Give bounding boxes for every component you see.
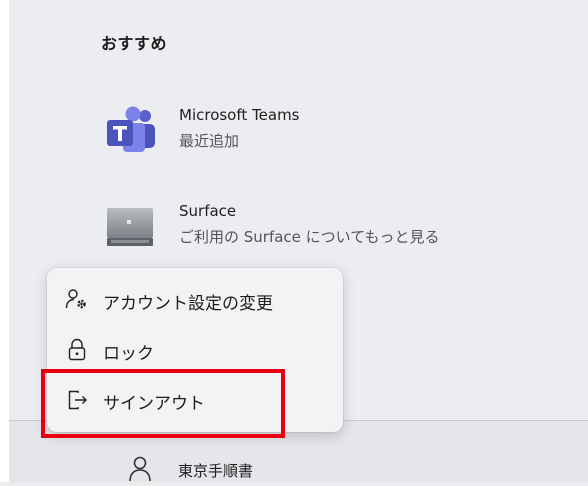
- recommended-item-teams[interactable]: Microsoft Teams 最近追加: [95, 100, 535, 162]
- sign-out-icon: [65, 388, 89, 412]
- menu-item-account-settings[interactable]: アカウント設定の変更: [57, 280, 333, 320]
- menu-item-sign-out[interactable]: サインアウト: [57, 380, 333, 420]
- recommended-item-subtitle: ご利用の Surface についてもっと見る: [179, 228, 440, 246]
- user-icon[interactable]: [126, 454, 154, 482]
- menu-item-label: アカウント設定の変更: [103, 294, 273, 314]
- user-name[interactable]: 東京手順書: [178, 460, 253, 481]
- account-context-menu: アカウント設定の変更 ロック サインアウト: [47, 268, 343, 432]
- window-edge: [0, 0, 9, 482]
- surface-icon: [103, 202, 157, 250]
- recommended-item-name: Microsoft Teams: [179, 106, 300, 124]
- recommended-item-subtitle: 最近追加: [179, 132, 240, 150]
- account-settings-icon: [65, 288, 89, 312]
- recommended-section-title: おすすめ: [101, 34, 168, 53]
- teams-icon: [103, 106, 157, 154]
- recommended-item-surface[interactable]: Surface ご利用の Surface についてもっと見る: [95, 196, 535, 258]
- menu-item-label: サインアウト: [103, 394, 205, 414]
- menu-item-label: ロック: [103, 344, 154, 364]
- lock-icon: [65, 338, 89, 362]
- recommended-item-name: Surface: [179, 202, 237, 220]
- menu-item-lock[interactable]: ロック: [57, 330, 333, 370]
